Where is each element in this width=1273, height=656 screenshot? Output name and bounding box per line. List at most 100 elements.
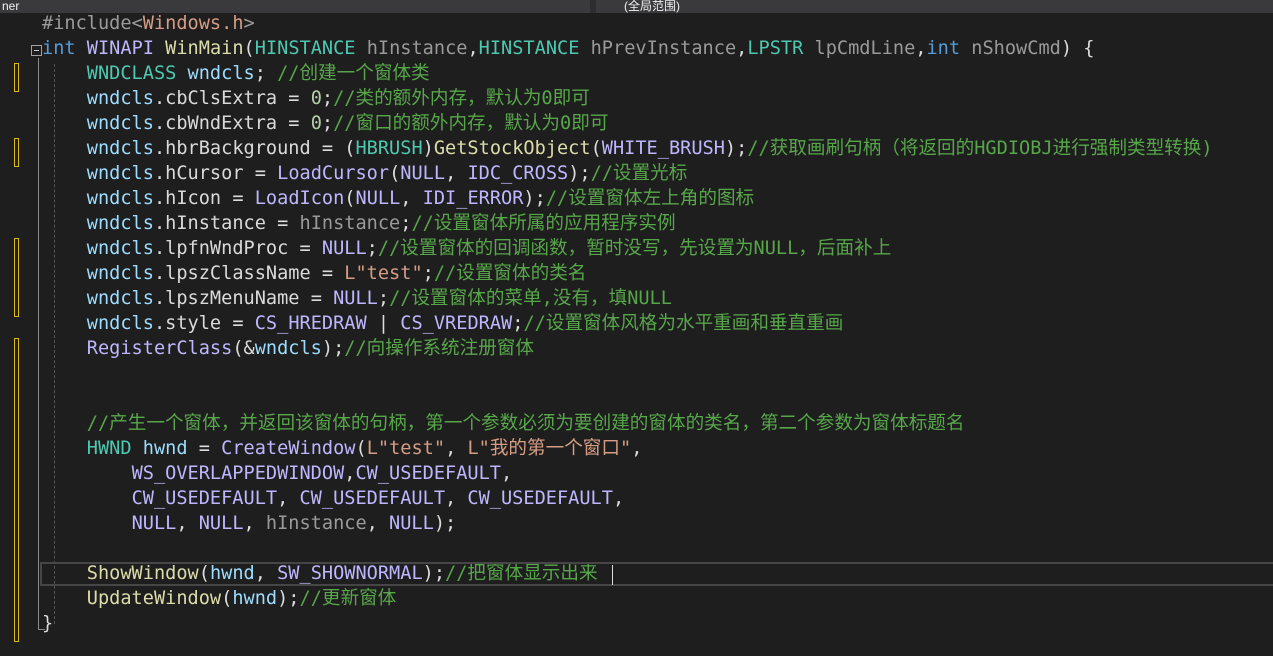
project-dropdown[interactable]: ner bbox=[0, 0, 590, 13]
code-token: //设置窗体的回调函数，暂时没写，先设置为NULL，后面补上 bbox=[377, 238, 892, 259]
code-token: NULL bbox=[333, 288, 378, 309]
code-line[interactable]: CW_USEDEFAULT, CW_USEDEFAULT, CW_USEDEFA… bbox=[42, 486, 625, 511]
code-token: hbrBackground bbox=[165, 138, 311, 159]
code-token: //窗口的额外内存，默认为0即可 bbox=[333, 113, 609, 134]
code-line[interactable]: int WINAPI WinMain(HINSTANCE hInstance,H… bbox=[42, 36, 1094, 61]
code-token: LoadIcon bbox=[254, 188, 345, 209]
code-token: , bbox=[631, 438, 643, 459]
code-token: wndcls bbox=[86, 88, 154, 109]
fold-region-line bbox=[38, 58, 39, 630]
code-line[interactable]: wndcls.hbrBackground = (HBRUSH)GetStockO… bbox=[42, 136, 1213, 161]
code-token: int bbox=[926, 38, 961, 59]
code-token: lpfnWndProc bbox=[165, 238, 289, 259]
code-token: lpszClassName bbox=[165, 263, 311, 284]
code-token: = bbox=[277, 113, 311, 134]
code-token: = bbox=[221, 188, 255, 209]
code-token: . bbox=[153, 213, 166, 234]
code-token: NULL bbox=[389, 513, 434, 534]
code-token: 0 bbox=[310, 113, 322, 134]
code-line[interactable]: //产生一个窗体，并返回该窗体的句柄，第一个参数必须为要创建的窗体的类名，第二个… bbox=[42, 411, 965, 436]
code-line[interactable]: wndcls.hCursor = LoadCursor(NULL, IDC_CR… bbox=[42, 161, 688, 186]
code-line[interactable]: wndcls.lpszClassName = L"test";//设置窗体的类名 bbox=[42, 261, 587, 286]
code-token: hwnd bbox=[142, 438, 188, 459]
code-line[interactable]: wndcls.style = CS_HREDRAW | CS_VREDRAW;/… bbox=[42, 311, 844, 336]
code-token: L"我的第一个窗口" bbox=[467, 438, 632, 459]
code-token: NULL bbox=[400, 163, 446, 184]
code-line[interactable]: } bbox=[42, 611, 53, 636]
code-token: | bbox=[366, 313, 401, 334]
code-token: , bbox=[366, 513, 390, 534]
code-token: lpCmdLine bbox=[814, 38, 916, 59]
code-line[interactable]: wndcls.cbClsExtra = 0;//类的额外内存，默认为0即可 bbox=[42, 86, 590, 111]
code-line[interactable]: wndcls.cbWndExtra = 0;//窗口的额外内存，默认为0即可 bbox=[42, 111, 609, 136]
code-token: //更新窗体 bbox=[299, 588, 397, 609]
code-token: CW_USEDEFAULT bbox=[355, 463, 501, 484]
code-token: hCursor bbox=[165, 163, 244, 184]
code-token: ; bbox=[400, 213, 412, 234]
code-token: hInstance bbox=[165, 213, 266, 234]
code-token: WinMain bbox=[165, 38, 244, 59]
code-token: wndcls bbox=[86, 238, 154, 259]
code-line[interactable]: wndcls.hInstance = hInstance;//设置窗体所属的应用… bbox=[42, 211, 676, 236]
code-token: ; bbox=[254, 63, 278, 84]
code-line[interactable]: wndcls.hIcon = LoadIcon(NULL, IDI_ERROR)… bbox=[42, 186, 754, 211]
code-token: hInstance bbox=[299, 213, 401, 234]
code-token: ; bbox=[377, 288, 390, 309]
code-token: wndcls bbox=[86, 288, 154, 309]
code-line[interactable]: UpdateWindow(hwnd);//更新窗体 bbox=[42, 586, 396, 611]
code-token: 0 bbox=[310, 88, 322, 109]
scope-dropdown[interactable]: (全局范围) bbox=[596, 0, 1273, 13]
code-token: , bbox=[915, 38, 927, 59]
code-token: lpszMenuName bbox=[165, 288, 300, 309]
code-token: ( bbox=[344, 188, 356, 209]
code-line[interactable]: #include<Windows.h> bbox=[42, 11, 255, 36]
code-token: . bbox=[153, 263, 166, 284]
collapse-icon[interactable] bbox=[31, 45, 42, 56]
code-token: WS_OVERLAPPEDWINDOW bbox=[131, 463, 345, 484]
code-token: NULL bbox=[198, 513, 244, 534]
code-line[interactable]: NULL, NULL, hInstance, NULL); bbox=[42, 511, 457, 536]
code-token: nShowCmd bbox=[971, 38, 1061, 59]
code-token: , bbox=[243, 513, 266, 534]
code-token: . bbox=[153, 288, 166, 309]
code-token: //设置窗体的菜单,没有，填NULL bbox=[389, 288, 672, 309]
code-token: //类的额外内存，默认为0即可 bbox=[333, 88, 590, 109]
code-line[interactable]: HWND hwnd = CreateWindow(L"test", L"我的第一… bbox=[42, 436, 643, 461]
code-line[interactable]: WS_OVERLAPPEDWINDOW,CW_USEDEFAULT, bbox=[42, 461, 513, 486]
code-token: wndcls bbox=[254, 338, 322, 359]
scope-dropdown-label: (全局范围) bbox=[624, 0, 680, 13]
code-token: , bbox=[400, 188, 423, 209]
code-token: wndcls bbox=[86, 313, 154, 334]
code-token: = bbox=[299, 288, 334, 309]
code-token: L"test" bbox=[344, 263, 423, 284]
code-token: , bbox=[445, 488, 468, 509]
code-token: IDI_ERROR bbox=[422, 188, 524, 209]
code-token: WINAPI bbox=[86, 38, 154, 59]
code-token: //产生一个窗体，并返回该窗体的句柄，第一个参数必须为要创建的窗体的类名，第二个… bbox=[86, 413, 965, 434]
code-line[interactable]: RegisterClass(&wndcls);//向操作系统注册窗体 bbox=[42, 336, 534, 361]
code-token: CS_VREDRAW bbox=[400, 313, 513, 334]
code-token: . bbox=[153, 113, 166, 134]
code-token: ( bbox=[243, 38, 255, 59]
code-token: CW_USEDEFAULT bbox=[299, 488, 446, 509]
code-token: cbWndExtra bbox=[165, 113, 278, 134]
code-line[interactable]: WNDCLASS wndcls; //创建一个窗体类 bbox=[42, 61, 430, 86]
code-token: //向操作系统注册窗体 bbox=[344, 338, 534, 359]
code-token: HINSTANCE bbox=[254, 38, 356, 59]
code-token: Windows.h bbox=[142, 13, 244, 34]
code-token: int bbox=[42, 38, 76, 59]
text-caret bbox=[612, 565, 613, 585]
code-line[interactable]: wndcls.lpszMenuName = NULL;//设置窗体的菜单,没有，… bbox=[42, 286, 672, 311]
code-line[interactable]: wndcls.lpfnWndProc = NULL;//设置窗体的回调函数，暂时… bbox=[42, 236, 892, 261]
code-token: //设置窗体的类名 bbox=[433, 263, 587, 284]
